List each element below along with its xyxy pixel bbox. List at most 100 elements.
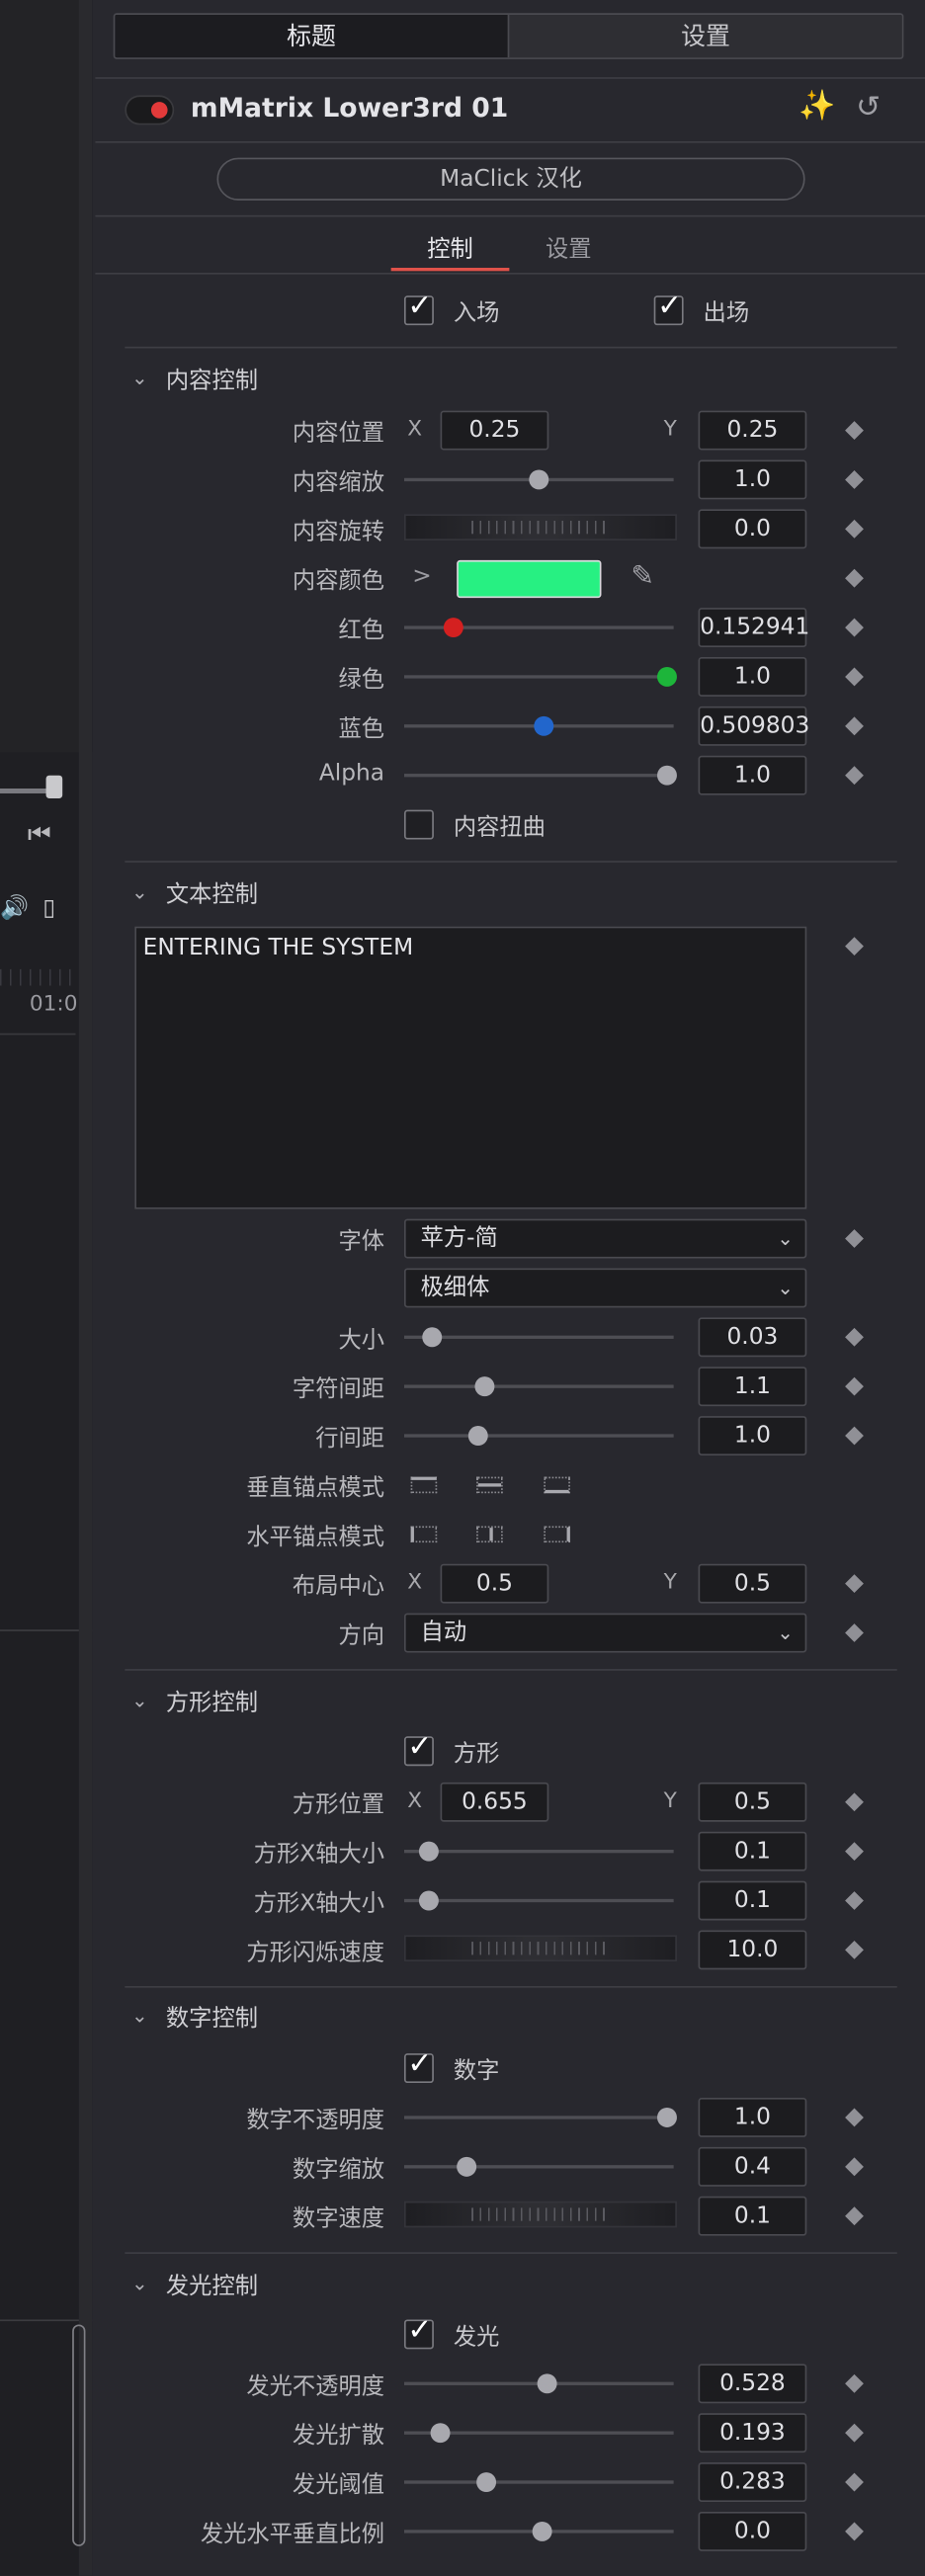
keyframe-icon[interactable] [845, 568, 864, 588]
digits-opacity-slider-knob[interactable] [657, 2107, 677, 2127]
green-slider[interactable] [403, 675, 674, 679]
direction-select[interactable]: 自动 ⌄ [403, 1613, 807, 1653]
rect-enable-checkbox[interactable] [403, 1730, 434, 1767]
keyframe-icon[interactable] [845, 2522, 864, 2541]
alpha-field[interactable]: 1.0 [698, 755, 807, 795]
h-anchor-center-button[interactable] [476, 1526, 503, 1543]
section-digits-title[interactable]: 数字控制 [166, 2001, 258, 2034]
keyframe-icon[interactable] [845, 2472, 864, 2492]
glow-ratio-field[interactable]: 0.0 [698, 2511, 807, 2551]
keyframe-icon[interactable] [845, 421, 864, 440]
alpha-slider-knob[interactable] [657, 765, 677, 786]
leading-field[interactable]: 1.0 [698, 1416, 807, 1455]
h-anchor-left-button[interactable] [410, 1526, 438, 1543]
keyframe-icon[interactable] [845, 1623, 864, 1642]
rect-ysize-field[interactable]: 0.1 [698, 1880, 807, 1921]
rect-xsize-slider-knob[interactable] [418, 1841, 439, 1862]
content-color-swatch[interactable] [457, 559, 602, 599]
keyframe-icon[interactable] [845, 2157, 864, 2177]
digits-enable-checkbox[interactable] [403, 2046, 434, 2084]
chevron-down-icon[interactable]: ⌄ [131, 367, 148, 389]
keyframe-icon[interactable] [845, 937, 864, 956]
chevron-down-icon[interactable]: ⌄ [131, 2004, 148, 2027]
keyframe-icon[interactable] [845, 1891, 864, 1910]
red-slider-knob[interactable] [443, 618, 463, 638]
green-field[interactable]: 1.0 [698, 657, 807, 697]
rect-blink-thumbwheel[interactable] [403, 1935, 677, 1962]
h-anchor-right-button[interactable] [544, 1526, 570, 1543]
glow-ratio-slider-knob[interactable] [532, 2521, 552, 2541]
node-enable-toggle[interactable] [125, 95, 175, 125]
maclick-button[interactable]: MaClick 汉化 [216, 157, 805, 201]
green-slider-knob[interactable] [657, 666, 677, 687]
rect-position-x-field[interactable]: 0.655 [440, 1782, 549, 1822]
tracking-slider-knob[interactable] [474, 1376, 495, 1397]
tab-settings[interactable]: 设置 [507, 14, 902, 58]
glow-opacity-field[interactable]: 0.528 [698, 2364, 807, 2404]
layout-center-y-field[interactable]: 0.5 [698, 1563, 807, 1604]
keyframe-icon[interactable] [845, 1426, 864, 1446]
tracking-field[interactable]: 1.1 [698, 1367, 807, 1407]
pause-icon[interactable]: ▯ [42, 895, 55, 922]
timeline-scrubber-handle[interactable] [45, 775, 63, 798]
glow-enable-checkbox[interactable] [403, 2313, 434, 2350]
content-distort-checkbox[interactable] [403, 809, 434, 840]
keyframe-icon[interactable] [845, 1792, 864, 1812]
section-text-title[interactable]: 文本控制 [166, 877, 258, 910]
keyframe-icon[interactable] [845, 1327, 864, 1347]
red-field[interactable]: 0.152941 [698, 608, 809, 648]
layout-center-x-field[interactable]: 0.5 [440, 1563, 549, 1604]
glow-threshold-field[interactable]: 0.283 [698, 2462, 807, 2502]
blue-slider-knob[interactable] [534, 715, 554, 736]
content-position-y-field[interactable]: 0.25 [698, 410, 807, 451]
chevron-down-icon[interactable]: ⌄ [131, 1689, 148, 1711]
content-position-x-field[interactable]: 0.25 [440, 410, 549, 451]
keyframe-icon[interactable] [845, 1842, 864, 1862]
rect-position-y-field[interactable]: 0.5 [698, 1782, 807, 1822]
chevron-down-icon[interactable]: ⌄ [131, 880, 148, 903]
keyframe-icon[interactable] [845, 1574, 864, 1594]
keyframe-icon[interactable] [845, 470, 864, 489]
audio-icon[interactable]: 🔊 [0, 895, 29, 922]
size-slider[interactable] [403, 1335, 674, 1339]
tab-title[interactable]: 标题 [115, 14, 508, 58]
keyframe-icon[interactable] [845, 618, 864, 637]
eyedropper-icon[interactable]: ✎ [631, 560, 654, 593]
leading-slider-knob[interactable] [467, 1426, 488, 1446]
section-content-title[interactable]: 内容控制 [166, 363, 258, 395]
digits-opacity-field[interactable]: 1.0 [698, 2098, 807, 2137]
out-checkbox[interactable] [653, 290, 684, 326]
font-select[interactable]: 苹方-简 ⌄ [403, 1218, 807, 1259]
blue-field[interactable]: 0.509803 [698, 706, 809, 746]
chevron-down-icon[interactable]: ⌄ [131, 2272, 148, 2294]
rect-blink-field[interactable]: 10.0 [698, 1930, 807, 1970]
rect-xsize-field[interactable]: 0.1 [698, 1831, 807, 1871]
digits-scale-slider-knob[interactable] [457, 2156, 477, 2177]
keyframe-icon[interactable] [845, 2373, 864, 2393]
tracking-slider[interactable] [403, 1384, 674, 1388]
section-rect-title[interactable]: 方形控制 [166, 1686, 258, 1718]
digits-speed-thumbwheel[interactable] [403, 2201, 677, 2228]
keyframe-icon[interactable] [845, 519, 864, 539]
keyframe-icon[interactable] [845, 1376, 864, 1396]
magic-wand-icon[interactable]: ✨ [799, 89, 835, 124]
digits-opacity-slider[interactable] [403, 2116, 674, 2119]
v-anchor-center-button[interactable] [476, 1476, 503, 1494]
content-rotation-field[interactable]: 0.0 [698, 509, 807, 549]
content-scale-field[interactable]: 1.0 [698, 459, 807, 500]
glow-threshold-slider[interactable] [403, 2480, 674, 2484]
content-rotation-thumbwheel[interactable] [403, 514, 677, 540]
keyframe-icon[interactable] [845, 2108, 864, 2127]
rect-xsize-slider[interactable] [403, 1849, 674, 1854]
v-anchor-bottom-button[interactable] [544, 1476, 570, 1494]
digits-scale-slider[interactable] [403, 2165, 674, 2169]
rect-ysize-slider[interactable] [403, 1898, 674, 1903]
digits-scale-field[interactable]: 0.4 [698, 2146, 807, 2187]
reset-icon[interactable]: ↺ [856, 90, 881, 125]
keyframe-icon[interactable] [845, 2423, 864, 2443]
glow-spread-slider-knob[interactable] [430, 2423, 451, 2444]
keyframe-icon[interactable] [845, 2206, 864, 2226]
subtab-settings[interactable]: 设置 [546, 231, 592, 264]
section-glow-title[interactable]: 发光控制 [166, 2269, 258, 2301]
size-field[interactable]: 0.03 [698, 1317, 807, 1358]
